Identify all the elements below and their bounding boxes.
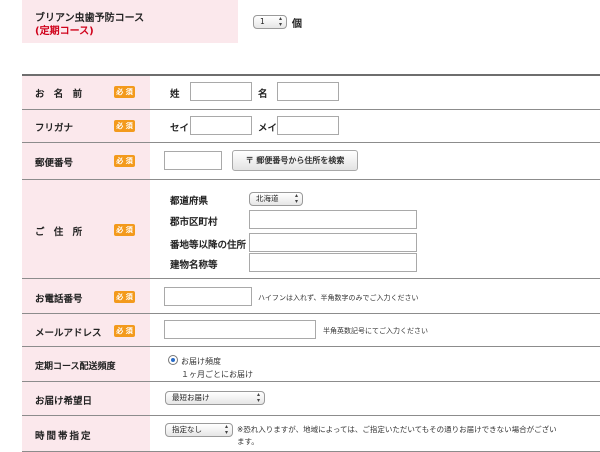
required-badge: 必 須 (114, 120, 135, 132)
updown-arrow-icon: ▴ ▾ (224, 423, 228, 436)
prefecture-select[interactable]: 北海道 ▴ ▾ (249, 192, 303, 206)
name-label: お 名 前 (35, 89, 86, 100)
city-label: 郡市区町村 (170, 217, 218, 228)
frequency-label: 定期コース配送頻度 (35, 362, 116, 372)
phone-input[interactable] (164, 287, 252, 306)
first-name-kana-input[interactable] (277, 116, 339, 135)
prefecture-label: 都道府県 (170, 196, 209, 207)
radio-dot-icon (171, 358, 175, 362)
divider (22, 179, 600, 180)
updown-arrow-icon: ▴ ▾ (294, 192, 298, 205)
last-name-kana-label: セイ (170, 123, 190, 134)
updown-arrow-icon: ▴ ▾ (256, 391, 260, 404)
time-slot-note: ※恐れ入りますが、地域によっては、ご指定いただいてもその通りお届けできない場合が… (237, 425, 557, 446)
street-label: 番地等以降の住所 (170, 240, 247, 251)
frequency-detail: １ヶ月ごとにお届け (181, 370, 253, 379)
street-input[interactable] (249, 233, 417, 252)
email-hint: 半角英数記号にてご入力ください (323, 327, 428, 335)
postal-label: 郵便番号 (35, 158, 74, 169)
first-name-kana-label: メイ (258, 123, 278, 134)
divider-top (22, 74, 600, 76)
postal-code-input[interactable] (164, 151, 222, 170)
divider (22, 313, 600, 314)
required-badge: 必 須 (114, 325, 135, 337)
time-slot-label: 時間帯指定 (35, 431, 93, 442)
furigana-label: フリガナ (35, 123, 74, 134)
address-label: ご 住 所 (35, 227, 86, 238)
required-badge: 必 須 (114, 86, 135, 98)
frequency-option-label: お届け頻度 (181, 357, 221, 366)
required-badge: 必 須 (114, 291, 135, 303)
delivery-date-label: お届け希望日 (35, 396, 93, 407)
last-name-label: 姓 (170, 89, 180, 100)
required-badge: 必 須 (114, 224, 135, 236)
frequency-radio[interactable] (168, 355, 178, 365)
last-name-kana-input[interactable] (190, 116, 252, 135)
delivery-date-select[interactable]: 最短お届け ▴ ▾ (165, 391, 265, 405)
prefecture-value: 北海道 (256, 194, 279, 203)
email-label: メールアドレス (35, 328, 102, 339)
quantity-value: 1 (260, 17, 265, 26)
last-name-input[interactable] (190, 82, 252, 101)
first-name-label: 名 (258, 89, 268, 100)
time-slot-value: 指定なし (172, 425, 202, 434)
course-subtitle: (定期コース) (35, 26, 94, 37)
first-name-input[interactable] (277, 82, 339, 101)
updown-arrow-icon: ▴ ▾ (278, 15, 282, 28)
delivery-date-value: 最短お届け (172, 393, 210, 402)
address-search-button[interactable]: 〒 郵便番号から住所を検索 (232, 150, 358, 171)
time-slot-select[interactable]: 指定なし ▴ ▾ (165, 423, 233, 437)
quantity-select[interactable]: 1 ▴ ▾ (253, 15, 287, 29)
city-input[interactable] (249, 210, 417, 229)
phone-label: お電話番号 (35, 294, 83, 305)
divider (22, 278, 600, 279)
phone-hint: ハイフンは入れず、半角数字のみでご入力ください (258, 294, 419, 302)
divider (22, 142, 600, 143)
building-label: 建物名称等 (170, 260, 218, 271)
divider (22, 381, 600, 382)
divider (22, 415, 600, 416)
email-input[interactable] (164, 320, 316, 339)
divider (22, 346, 600, 347)
required-badge: 必 須 (114, 155, 135, 167)
quantity-unit: 個 (292, 19, 302, 30)
building-input[interactable] (249, 253, 417, 272)
divider (22, 109, 600, 110)
